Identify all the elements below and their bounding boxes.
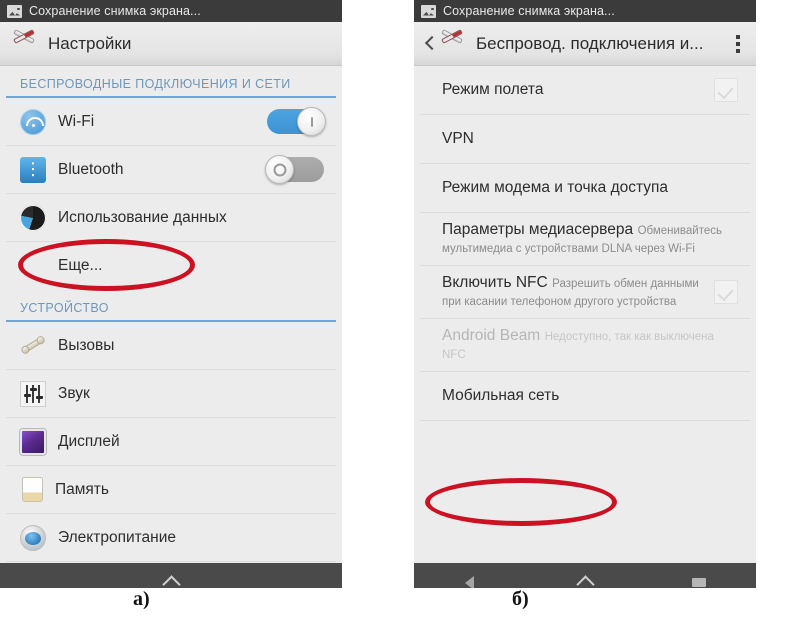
status-bar-right: Сохранение снимка экрана... xyxy=(414,0,756,22)
phone-handset-icon xyxy=(20,333,46,359)
list-item-label: Мобильная сеть xyxy=(442,387,560,404)
recents-button[interactable] xyxy=(679,566,719,587)
power-icon xyxy=(20,524,46,551)
list-item-android-beam: Android Beam Недоступно, так как выключе… xyxy=(420,319,750,372)
navigation-bar-right xyxy=(414,563,756,588)
airplane-mode-checkbox[interactable] xyxy=(714,78,738,102)
bluetooth-icon: ⋮ xyxy=(20,156,46,183)
spacer-icon xyxy=(20,253,46,279)
phone-screenshot-right: Сохранение снимка экрана... Беспровод. п… xyxy=(414,0,756,588)
back-button[interactable] xyxy=(451,566,491,588)
sidebar-item-more[interactable]: Еще... xyxy=(6,242,336,290)
list-item-label: VPN xyxy=(442,130,474,147)
bluetooth-toggle[interactable] xyxy=(265,155,324,184)
list-item-label: Использование данных xyxy=(58,208,227,226)
list-item-tethering[interactable]: Режим модема и точка доступа xyxy=(420,164,750,213)
list-item-label: Wi-Fi xyxy=(58,112,95,130)
list-item-mobile-network[interactable]: Мобильная сеть xyxy=(420,372,750,421)
settings-list-right: Режим полета VPN Режим модема и точка до… xyxy=(414,66,756,421)
sidebar-item-power[interactable]: Электропитание xyxy=(6,514,336,562)
navigation-bar-left xyxy=(0,563,342,588)
list-item-label: Звук xyxy=(58,384,90,402)
sidebar-item-display[interactable]: Дисплей xyxy=(6,418,336,466)
toggle-knob xyxy=(265,155,294,184)
settings-tools-icon xyxy=(438,28,468,58)
data-usage-icon xyxy=(20,204,46,231)
overflow-menu-icon[interactable] xyxy=(728,32,748,56)
page-title: Беспровод. подключения и... xyxy=(476,33,704,53)
screenshot-image-icon xyxy=(421,4,436,18)
screenshot-image-icon xyxy=(7,4,22,18)
sidebar-item-wifi[interactable]: Wi-Fi xyxy=(6,98,336,146)
list-item-label: Android Beam xyxy=(442,327,541,344)
settings-list-left: БЕСПРОВОДНЫЕ ПОДКЛЮЧЕНИЯ И СЕТИ Wi-Fi ⋮ … xyxy=(0,66,342,562)
list-item-media-server[interactable]: Параметры медиасервера Обменивайтесь мул… xyxy=(420,213,750,266)
storage-icon xyxy=(22,477,43,502)
list-item-airplane-mode[interactable]: Режим полета xyxy=(420,66,750,115)
list-item-enable-nfc[interactable]: Включить NFC Разрешить обмен данными при… xyxy=(420,266,750,319)
status-bar-text: Сохранение снимка экрана... xyxy=(29,4,201,18)
list-item-label: Еще... xyxy=(58,257,103,274)
section-header-label: УСТРОЙСТВО xyxy=(20,301,109,315)
list-item-label: Включить NFC xyxy=(442,274,548,291)
list-item-label: Вызовы xyxy=(58,336,115,354)
list-item-label: Режим полета xyxy=(442,81,544,98)
list-item-label: Режим модема и точка доступа xyxy=(442,179,669,196)
phone-screenshot-left: Сохранение снимка экрана... Настройки БЕ… xyxy=(0,0,342,588)
sidebar-item-storage[interactable]: Память xyxy=(6,466,336,514)
sound-sliders-icon xyxy=(20,380,46,407)
figure-caption-a: а) xyxy=(133,588,150,610)
status-bar-text: Сохранение снимка экрана... xyxy=(443,4,615,18)
page-title: Настройки xyxy=(48,33,132,53)
display-icon xyxy=(20,428,46,455)
settings-tools-icon xyxy=(10,28,40,58)
home-button[interactable] xyxy=(151,566,191,586)
list-item-label: Параметры медиасервера xyxy=(442,221,634,238)
wifi-icon xyxy=(20,108,46,135)
list-item-label: Дисплей xyxy=(58,432,120,450)
wifi-toggle[interactable] xyxy=(267,107,326,136)
list-item-label: Память xyxy=(55,480,109,498)
back-chevron-icon[interactable] xyxy=(424,35,436,53)
section-header-wireless: БЕСПРОВОДНЫЕ ПОДКЛЮЧЕНИЯ И СЕТИ xyxy=(6,66,336,98)
section-header-device: УСТРОЙСТВО xyxy=(6,290,336,322)
sidebar-item-bluetooth[interactable]: ⋮ Bluetooth xyxy=(6,146,336,194)
list-item-label: Электропитание xyxy=(58,528,177,546)
home-button[interactable] xyxy=(565,566,605,586)
figure-caption-b: б) xyxy=(512,588,529,610)
action-bar-left: Настройки xyxy=(0,22,342,66)
list-item-label: Bluetooth xyxy=(58,160,124,178)
sidebar-item-data-usage[interactable]: Использование данных xyxy=(6,194,336,242)
status-bar-left: Сохранение снимка экрана... xyxy=(0,0,342,22)
list-item-vpn[interactable]: VPN xyxy=(420,115,750,164)
toggle-knob xyxy=(297,107,326,136)
action-bar-right: Беспровод. подключения и... xyxy=(414,22,756,66)
nfc-checkbox[interactable] xyxy=(714,280,738,304)
sidebar-item-calls[interactable]: Вызовы xyxy=(6,322,336,370)
section-header-label: БЕСПРОВОДНЫЕ ПОДКЛЮЧЕНИЯ И СЕТИ xyxy=(20,77,291,91)
sidebar-item-sound[interactable]: Звук xyxy=(6,370,336,418)
